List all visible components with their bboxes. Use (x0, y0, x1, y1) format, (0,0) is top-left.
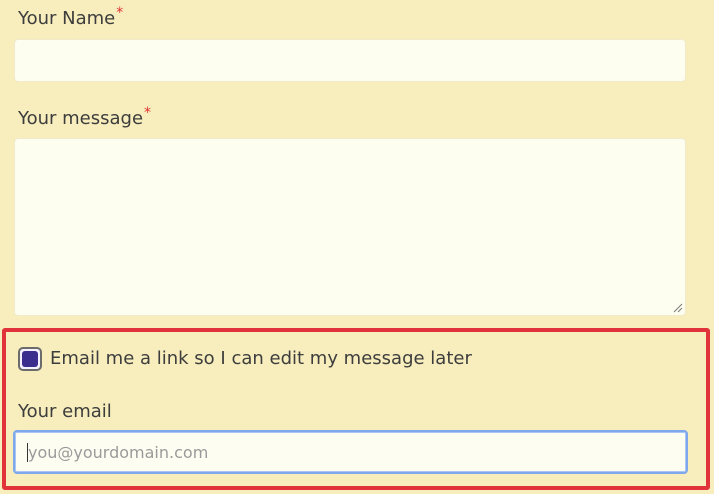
email-label: Your email (18, 401, 112, 422)
message-textarea[interactable] (14, 138, 686, 316)
email-link-checkbox[interactable] (18, 347, 42, 371)
email-link-checkbox-label[interactable]: Email me a link so I can edit my message… (50, 348, 472, 370)
message-label: Your message* (18, 105, 152, 131)
resize-handle-icon[interactable] (673, 303, 683, 313)
message-label-text: Your message (18, 108, 144, 129)
name-input[interactable] (14, 39, 686, 82)
name-label-text: Your Name (18, 8, 116, 29)
message-required-marker: * (144, 105, 152, 121)
email-placeholder: you@yourdomain.com (28, 443, 209, 462)
name-required-marker: * (116, 5, 124, 21)
email-input[interactable]: you@yourdomain.com (13, 430, 688, 474)
checkbox-checked-icon (22, 351, 38, 367)
name-label: Your Name* (18, 5, 124, 31)
